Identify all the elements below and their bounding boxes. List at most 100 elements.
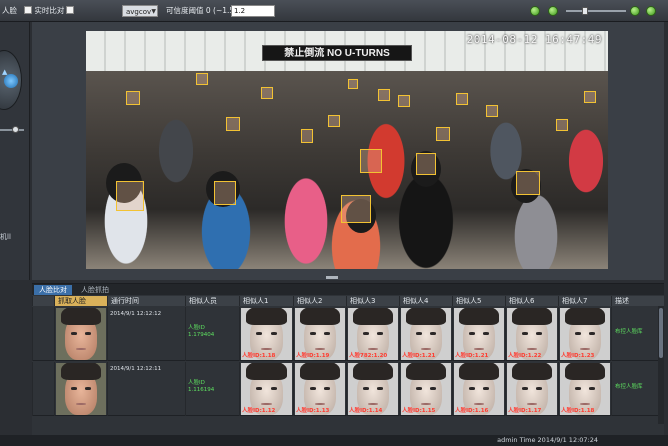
threshold-label: 可信度阈值 0 (~1.5)	[166, 6, 238, 15]
face-detection-box[interactable]	[341, 195, 371, 223]
similarity-score: 人脸ID:1.22	[508, 353, 542, 359]
column-similar-1[interactable]: 相似人1	[239, 296, 293, 306]
column-selector[interactable]	[32, 296, 54, 306]
similar-person-score: 1.116194	[188, 387, 215, 393]
similar-face-cell[interactable]: 人脸ID:1.23	[558, 307, 611, 361]
similarity-score: 人脸ID:1.13	[296, 408, 330, 414]
table-row[interactable]: 2014/9/1 12:12:11 人脸ID 1.116194 人脸ID:1.1…	[32, 362, 664, 416]
expand-icon[interactable]	[646, 6, 656, 16]
ptz-center-button[interactable]	[4, 74, 18, 88]
results-table-header: 抓取人脸 通行时间 相似人员 相似人1 相似人2 相似人3 相似人4 相似人5 …	[32, 296, 664, 306]
similar-face-cell[interactable]: 人脸ID:1.19	[293, 307, 346, 361]
column-description[interactable]: 描述	[611, 296, 658, 306]
face-detection-box[interactable]	[226, 117, 240, 131]
face-detection-box[interactable]	[456, 93, 468, 105]
column-captured-face[interactable]: 抓取人脸	[54, 296, 107, 306]
column-similar-3[interactable]: 相似人3	[346, 296, 399, 306]
zoom-in-icon[interactable]	[630, 6, 640, 16]
face-detection-box[interactable]	[486, 105, 498, 117]
similar-face-cell[interactable]: 人脸ID:1.15	[399, 362, 452, 416]
face-detection-box[interactable]	[196, 73, 208, 85]
face-detection-box[interactable]	[584, 91, 596, 103]
panel-resize-handle[interactable]	[326, 276, 338, 279]
left-control-panel: ▲ 机ll	[0, 22, 30, 280]
algorithm-select[interactable]: avgcov ▼	[122, 5, 158, 17]
similarity-score: 人脸ID:1.17	[508, 408, 542, 414]
similar-face-cell[interactable]: 人脸782:1.20	[346, 307, 399, 361]
similar-face-cell[interactable]: 人脸ID:1.13	[293, 362, 346, 416]
column-pass-time[interactable]: 通行时间	[107, 296, 185, 306]
left-slider-handle[interactable]	[12, 126, 19, 133]
row-selector[interactable]	[32, 362, 54, 416]
zoom-slider-handle[interactable]	[582, 7, 588, 15]
face-detection-box[interactable]	[301, 129, 313, 143]
pass-time-cell: 2014/9/1 12:12:12	[107, 307, 185, 361]
tab-face-compare[interactable]: 人脸比对	[34, 285, 72, 295]
similarity-score: 人脸ID:1.16	[455, 408, 489, 414]
similarity-score: 人脸ID:1.18	[242, 353, 276, 359]
face-detection-box[interactable]	[436, 127, 450, 141]
crowd-scene	[86, 71, 608, 269]
face-detection-box[interactable]	[116, 181, 144, 211]
face-detection-box[interactable]	[261, 87, 273, 99]
similarity-score: 人脸ID:1.19	[296, 353, 330, 359]
similar-person-id: 人脸ID	[188, 380, 205, 386]
similar-face-cell[interactable]: 人脸ID:1.18	[239, 307, 293, 361]
similar-face-cell[interactable]: 人脸ID:1.17	[505, 362, 558, 416]
similar-face-cell[interactable]: 人脸ID:1.12	[239, 362, 293, 416]
column-similar-6[interactable]: 相似人6	[505, 296, 558, 306]
face-detection-box[interactable]	[348, 79, 358, 89]
face-detection-box[interactable]	[516, 171, 540, 195]
extra-checkbox[interactable]	[66, 5, 74, 17]
top-toolbar: 人脸 实时比对 avgcov ▼ 可信度阈值 0 (~1.5) 1.2	[0, 0, 668, 22]
face-detection-box[interactable]	[328, 115, 340, 127]
similar-person-cell: 人脸ID 1.179404	[185, 307, 239, 361]
realtime-compare-toggle[interactable]: 实时比对	[24, 5, 64, 17]
live-video-feed[interactable]: 禁止倒流 NO U-TURNS 2014-08-12 16:47:49	[86, 31, 608, 269]
face-detection-box[interactable]	[416, 153, 436, 175]
description-cell: 布控人脸库	[611, 307, 658, 361]
similar-person-score: 1.179404	[188, 332, 215, 338]
zoom-out-icon[interactable]	[548, 6, 558, 16]
face-detection-box[interactable]	[360, 149, 382, 173]
captured-face-image	[56, 308, 106, 360]
face-detection-box[interactable]	[214, 181, 236, 205]
threshold-input[interactable]: 1.2	[231, 5, 275, 17]
similar-face-cell[interactable]: 人脸ID:1.22	[505, 307, 558, 361]
similarity-score: 人脸ID:1.15	[402, 408, 436, 414]
column-similar-2[interactable]: 相似人2	[293, 296, 346, 306]
table-row[interactable]: 2014/9/1 12:12:12 人脸ID 1.179404 人脸ID:1.1…	[32, 307, 664, 361]
captured-face-image	[56, 363, 106, 415]
similar-face-cell[interactable]: 人脸ID:1.16	[452, 362, 505, 416]
algorithm-select-value: avgcov	[126, 8, 152, 16]
column-similar-7[interactable]: 相似人7	[558, 296, 611, 306]
similar-person-id: 人脸ID	[188, 325, 205, 331]
realtime-compare-label: 实时比对	[34, 6, 65, 15]
column-similar-person[interactable]: 相似人员	[185, 296, 239, 306]
captured-face-cell	[54, 362, 107, 416]
similarity-score: 人脸ID:1.23	[561, 353, 595, 359]
column-similar-4[interactable]: 相似人4	[399, 296, 452, 306]
similar-face-cell[interactable]: 人脸ID:1.14	[346, 362, 399, 416]
face-detection-box[interactable]	[398, 95, 410, 107]
comparison-results-panel: 人脸比对 人脸抓拍 抓取人脸 通行时间 相似人员 相似人1 相似人2 相似人3 …	[32, 283, 664, 435]
similar-person-cell: 人脸ID 1.116194	[185, 362, 239, 416]
zoom-slider-track[interactable]	[566, 10, 626, 12]
no-u-turn-sign: 禁止倒流 NO U-TURNS	[262, 45, 412, 61]
face-detection-box[interactable]	[126, 91, 140, 105]
tab-face-capture[interactable]: 人脸抓拍	[76, 285, 114, 295]
realtime-compare-checkbox[interactable]	[24, 6, 32, 14]
similar-face-cell[interactable]: 人脸ID:1.21	[452, 307, 505, 361]
similar-face-cell[interactable]: 人脸ID:1.21	[399, 307, 452, 361]
row-selector[interactable]	[32, 307, 54, 361]
results-scrollbar-thumb[interactable]	[659, 308, 663, 358]
face-detection-box[interactable]	[556, 119, 568, 131]
column-similar-5[interactable]: 相似人5	[452, 296, 505, 306]
status-bar: admin Time 2014/9/1 12:07:24	[0, 435, 668, 446]
similarity-score: 人脸ID:1.12	[242, 408, 276, 414]
pass-time: 2014/9/1 12:12:12	[110, 311, 162, 317]
face-detection-box[interactable]	[378, 89, 390, 101]
left-panel-label: 机ll	[0, 233, 11, 241]
results-tabs: 人脸比对 人脸抓拍	[32, 284, 664, 295]
similar-face-cell[interactable]: 人脸ID:1.18	[558, 362, 611, 416]
